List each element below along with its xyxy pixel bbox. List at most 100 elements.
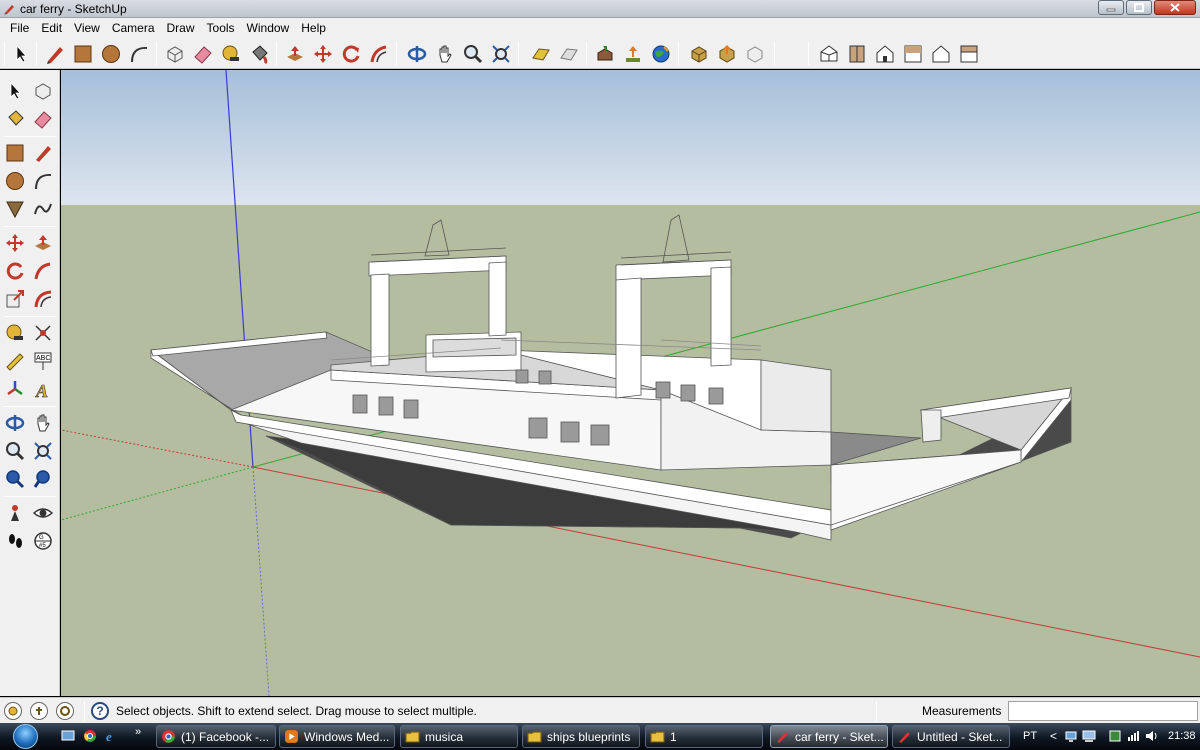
toolbar-left-view[interactable] xyxy=(956,41,982,67)
menu-draw[interactable]: Draw xyxy=(161,18,201,38)
modeling-viewport[interactable] xyxy=(61,70,1200,696)
menu-help[interactable]: Help xyxy=(295,18,332,38)
title-bar[interactable]: car ferry - SketchUp xyxy=(0,0,1200,18)
toolbar-move[interactable] xyxy=(310,41,336,67)
toolbar-get-models[interactable] xyxy=(592,41,618,67)
toolbar-share-component[interactable] xyxy=(714,41,740,67)
help-icon[interactable]: ? xyxy=(91,702,109,720)
toolbar-get-component[interactable] xyxy=(686,41,712,67)
palette-pencil[interactable] xyxy=(30,140,56,166)
palette-next-view[interactable] xyxy=(30,466,56,492)
volume-icon[interactable] xyxy=(1144,729,1158,743)
user-button[interactable] xyxy=(56,702,74,720)
toolbar-share-model[interactable] xyxy=(620,41,646,67)
start-button[interactable] xyxy=(6,723,44,750)
palette-dimension[interactable] xyxy=(30,320,56,346)
close-button[interactable] xyxy=(1154,0,1196,15)
toolbar-zoom-extents[interactable] xyxy=(488,41,514,67)
toolbar-tape-measure[interactable] xyxy=(218,41,244,67)
toolbar-rectangle[interactable] xyxy=(70,41,96,67)
show-desktop-button[interactable] xyxy=(60,728,76,744)
task-musica[interactable]: musica xyxy=(400,725,518,748)
task-untitled[interactable]: Untitled - Sket... xyxy=(892,725,1010,748)
minimize-button[interactable] xyxy=(1098,0,1124,15)
palette-push-pull[interactable] xyxy=(30,230,56,256)
toolbar-paint-bucket[interactable] xyxy=(246,41,272,67)
palette-offset[interactable] xyxy=(30,286,56,312)
palette-rectangle[interactable] xyxy=(2,140,28,166)
palette-axes[interactable] xyxy=(2,376,28,402)
network-icon[interactable] xyxy=(1064,729,1078,743)
palette-circle[interactable] xyxy=(2,168,28,194)
toolbar-iso-view[interactable] xyxy=(816,41,842,67)
measurements-field[interactable] xyxy=(1008,701,1198,721)
palette-3d-text[interactable]: A xyxy=(30,376,56,402)
quicklaunch-overflow[interactable]: » xyxy=(135,726,141,738)
menu-tools[interactable]: Tools xyxy=(201,18,241,38)
palette-paint-bucket[interactable] xyxy=(2,106,28,132)
palette-protractor[interactable] xyxy=(2,348,28,374)
toolbar-component-3d[interactable] xyxy=(742,41,768,67)
toolbar-back-view[interactable] xyxy=(928,41,954,67)
task-folder-1[interactable]: 1 xyxy=(645,725,763,748)
tray-expand-button[interactable]: < xyxy=(1050,729,1057,743)
menu-file[interactable]: File xyxy=(4,18,35,38)
palette-arc[interactable] xyxy=(30,168,56,194)
quicklaunch-ie[interactable]: e xyxy=(104,728,120,744)
palette-orbit[interactable] xyxy=(2,410,28,436)
toolbar-zoom[interactable] xyxy=(460,41,486,67)
language-indicator[interactable]: PT xyxy=(1023,730,1037,742)
menu-camera[interactable]: Camera xyxy=(106,18,161,38)
geo-location-button[interactable] xyxy=(4,702,22,720)
palette-previous-view[interactable] xyxy=(2,466,28,492)
toolbar-follow-me[interactable] xyxy=(366,41,392,67)
palette-polygon[interactable] xyxy=(2,196,28,222)
toolbar-google-earth[interactable] xyxy=(648,41,674,67)
palette-freehand[interactable] xyxy=(30,196,56,222)
toolbar-add-location[interactable] xyxy=(528,41,554,67)
toolbar-pan[interactable] xyxy=(432,41,458,67)
clock[interactable]: 21:38 xyxy=(1168,730,1196,742)
toolbar-make-component[interactable] xyxy=(162,41,188,67)
toolbar-select[interactable] xyxy=(8,41,34,67)
palette-section-plane[interactable]: G #5 xyxy=(30,528,56,554)
palette-position-camera[interactable] xyxy=(2,500,28,526)
toolbar-arc[interactable] xyxy=(126,41,152,67)
toolbar-pencil[interactable] xyxy=(42,41,68,67)
toolbar-toggle-terrain[interactable] xyxy=(556,41,582,67)
palette-scale[interactable] xyxy=(2,286,28,312)
monitor-icon[interactable] xyxy=(1082,729,1096,743)
palette-walk[interactable] xyxy=(2,528,28,554)
palette-eraser[interactable] xyxy=(30,106,56,132)
toolbar-push-pull[interactable] xyxy=(282,41,308,67)
palette-follow-me[interactable] xyxy=(30,258,56,284)
task-car-ferry[interactable]: car ferry - Sket... xyxy=(770,725,888,748)
wifi-icon[interactable] xyxy=(1126,729,1140,743)
palette-make-component[interactable] xyxy=(30,78,56,104)
menu-edit[interactable]: Edit xyxy=(35,18,68,38)
palette-select[interactable] xyxy=(2,78,28,104)
palette-move[interactable] xyxy=(2,230,28,256)
quicklaunch-chrome[interactable] xyxy=(82,728,98,744)
task-facebook[interactable]: (1) Facebook -... xyxy=(156,725,276,748)
palette-look-around[interactable] xyxy=(30,500,56,526)
menu-window[interactable]: Window xyxy=(241,18,296,38)
palette-tape-measure[interactable] xyxy=(2,320,28,346)
maximize-button[interactable] xyxy=(1126,0,1152,15)
toolbar-orbit[interactable] xyxy=(404,41,430,67)
palette-zoom[interactable] xyxy=(2,438,28,464)
palette-pan[interactable] xyxy=(30,410,56,436)
toolbar-top-view[interactable] xyxy=(844,41,870,67)
menu-view[interactable]: View xyxy=(68,18,106,38)
toolbar-circle[interactable] xyxy=(98,41,124,67)
toolbar-front-view[interactable] xyxy=(872,41,898,67)
toolbar-eraser[interactable] xyxy=(190,41,216,67)
task-ships-blueprints[interactable]: ships blueprints xyxy=(522,725,640,748)
palette-zoom-window[interactable] xyxy=(30,438,56,464)
palette-text[interactable]: ABC xyxy=(30,348,56,374)
tray-app-icon[interactable] xyxy=(1108,729,1122,743)
palette-rotate[interactable] xyxy=(2,258,28,284)
credit-button[interactable] xyxy=(30,702,48,720)
toolbar-rotate[interactable] xyxy=(338,41,364,67)
toolbar-right-view[interactable] xyxy=(900,41,926,67)
